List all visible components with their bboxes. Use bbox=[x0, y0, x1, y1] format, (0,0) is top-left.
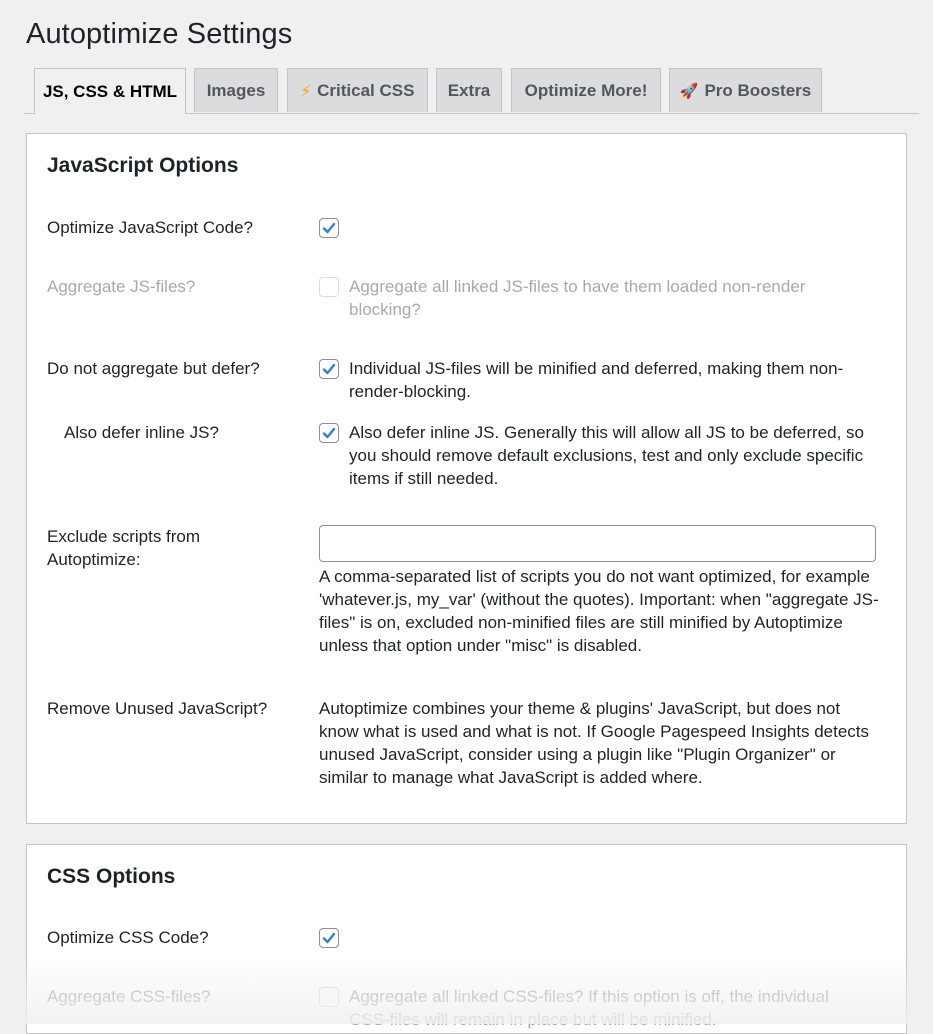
tab-label: Pro Boosters bbox=[704, 80, 812, 100]
remove-unused-js-label: Remove Unused JavaScript? bbox=[47, 699, 268, 718]
exclude-scripts-description: A comma-separated list of scripts you do… bbox=[319, 567, 879, 655]
section-title: CSS Options bbox=[47, 865, 176, 888]
checkmark-icon bbox=[322, 932, 336, 944]
optimize-css-checkbox[interactable] bbox=[319, 928, 339, 948]
tab-label: Extra bbox=[447, 80, 491, 100]
lightning-icon: ⚡ bbox=[300, 82, 312, 100]
aggregate-css-description: Aggregate all linked CSS-files? If this … bbox=[349, 987, 829, 1029]
tab-extra[interactable]: Extra bbox=[436, 68, 502, 112]
exclude-scripts-input[interactable] bbox=[319, 525, 876, 562]
defer-js-checkbox[interactable] bbox=[319, 359, 339, 379]
tab-pro-boosters[interactable]: 🚀 Pro Boosters bbox=[669, 68, 822, 112]
defer-inline-js-label: Also defer inline JS? bbox=[64, 423, 219, 442]
tab-label: JS, CSS & HTML bbox=[42, 81, 178, 101]
page-title: Autoptimize Settings bbox=[26, 18, 293, 50]
aggregate-js-description: Aggregate all linked JS-files to have th… bbox=[349, 277, 806, 319]
tab-optimize-more[interactable]: Optimize More! bbox=[511, 68, 661, 112]
checkmark-icon bbox=[322, 222, 336, 234]
defer-inline-js-checkbox[interactable] bbox=[319, 423, 339, 443]
remove-unused-js-description: Autoptimize combines your theme & plugin… bbox=[319, 699, 870, 787]
defer-js-description: Individual JS-files will be minified and… bbox=[349, 359, 844, 401]
optimize-js-checkbox[interactable] bbox=[319, 218, 339, 238]
optimize-css-label: Optimize CSS Code? bbox=[47, 928, 209, 947]
aggregate-css-label: Aggregate CSS-files? bbox=[47, 987, 211, 1006]
aggregate-js-label: Aggregate JS-files? bbox=[47, 277, 196, 296]
settings-tabs: JS, CSS & HTML Images ⚡ Critical CSS Ext… bbox=[24, 68, 919, 114]
optimize-js-label: Optimize JavaScript Code? bbox=[47, 218, 253, 237]
exclude-scripts-label: Exclude scripts from Autoptimize: bbox=[47, 527, 201, 569]
tab-label: Critical CSS bbox=[317, 80, 415, 100]
defer-js-label: Do not aggregate but defer? bbox=[47, 359, 260, 378]
javascript-options-card: JavaScript Options Optimize JavaScript C… bbox=[26, 133, 907, 824]
tab-label: Optimize More! bbox=[524, 80, 648, 100]
checkmark-icon bbox=[322, 363, 336, 375]
aggregate-css-checkbox[interactable] bbox=[319, 987, 339, 1007]
section-title: JavaScript Options bbox=[47, 154, 239, 177]
defer-inline-js-description: Also defer inline JS. Generally this wil… bbox=[349, 423, 864, 488]
rocket-icon: 🚀 bbox=[679, 82, 699, 100]
checkmark-icon bbox=[322, 427, 336, 439]
css-options-card: CSS Options Optimize CSS Code? Aggregate… bbox=[26, 844, 907, 1034]
tab-js-css-html[interactable]: JS, CSS & HTML bbox=[34, 68, 186, 114]
tab-critical-css[interactable]: ⚡ Critical CSS bbox=[287, 68, 428, 112]
tab-label: Images bbox=[206, 80, 266, 100]
tab-images[interactable]: Images bbox=[194, 68, 278, 112]
aggregate-js-checkbox[interactable] bbox=[319, 277, 339, 297]
